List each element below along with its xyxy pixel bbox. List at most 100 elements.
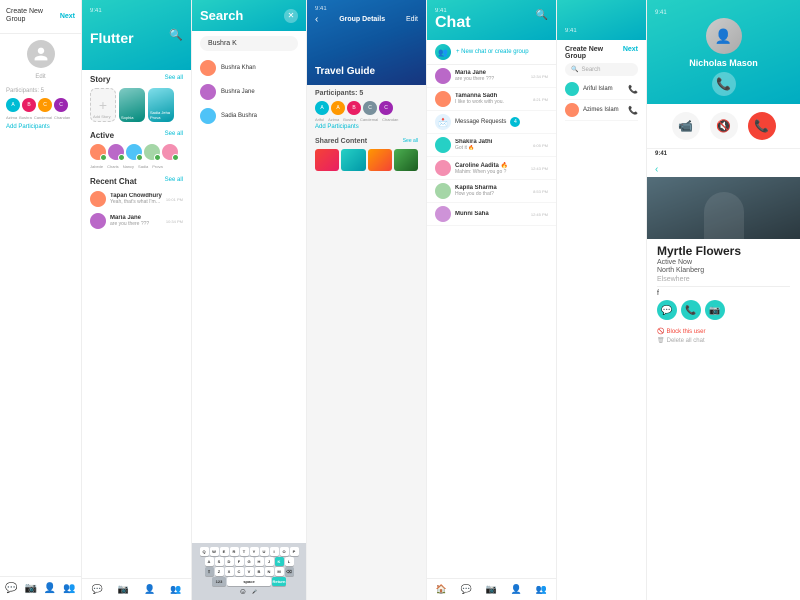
key-s[interactable]: S [215, 557, 224, 566]
back-button[interactable]: ‹ [647, 164, 666, 175]
call-action-button[interactable]: 📞 [681, 300, 701, 320]
panel-search: Search ✕ Bushra K Bushra Khan Bushra Jan… [192, 0, 307, 600]
contact-item[interactable]: Azimes Islam 📞 [565, 100, 638, 121]
edit-button[interactable]: Edit [406, 16, 418, 23]
key-backspace[interactable]: ⌫ [285, 567, 294, 576]
nav-group-icon[interactable]: 👥 [536, 584, 547, 595]
key-k[interactable]: K [275, 557, 284, 566]
key-f[interactable]: F [235, 557, 244, 566]
key-t[interactable]: T [240, 547, 249, 556]
nav-camera-icon[interactable]: 📷 [118, 584, 129, 595]
nav-group-icon[interactable]: 👥 [170, 584, 181, 595]
group-avatar[interactable] [27, 40, 55, 68]
media-item[interactable] [394, 149, 418, 171]
delete-chat-button[interactable]: 🗑 Delete all chat [657, 337, 790, 344]
key-123[interactable]: 123 [212, 577, 226, 586]
key-u[interactable]: U [260, 547, 269, 556]
key-a[interactable]: A [205, 557, 214, 566]
close-button[interactable]: ✕ [284, 9, 298, 23]
key-z[interactable]: Z [215, 567, 224, 576]
call-button[interactable]: 📞 [712, 72, 736, 96]
nav-person-icon[interactable]: 👤 [511, 584, 522, 595]
key-g[interactable]: G [245, 557, 254, 566]
search-icon[interactable]: 🔍 [169, 29, 183, 42]
nav-person-icon[interactable]: 👤 [44, 583, 56, 594]
key-b[interactable]: B [255, 567, 264, 576]
add-story-button[interactable]: + Add Story [90, 88, 116, 122]
key-shift[interactable]: ⇧ [205, 567, 214, 576]
media-item[interactable] [315, 149, 339, 171]
participant-avatar: B [347, 101, 361, 115]
mute-button[interactable]: 🔇 [710, 112, 738, 140]
key-c[interactable]: C [235, 567, 244, 576]
nav-camera-icon[interactable]: 📷 [25, 583, 37, 594]
message-item[interactable]: Caroline Aadita 🔥 Mahim: When you go ? 1… [427, 157, 556, 180]
block-user-button[interactable]: 🚫 Block this user [657, 328, 790, 335]
message-time: 12:34 PM [531, 74, 548, 79]
search-result-item[interactable]: Sadia Bushra [192, 104, 306, 128]
add-participants-button[interactable]: Add Participants [6, 124, 75, 130]
key-q[interactable]: Q [200, 547, 209, 556]
media-item[interactable] [368, 149, 392, 171]
story-item[interactable]: Sadia Jeha Prova [148, 88, 174, 122]
add-participants-button[interactable]: Add Participants [307, 122, 426, 134]
recent-see-all[interactable]: See all [165, 177, 183, 186]
key-y[interactable]: Y [250, 547, 259, 556]
next-button[interactable]: Next [60, 13, 75, 20]
key-e[interactable]: E [220, 547, 229, 556]
message-item[interactable]: Tamanna Sadh I like to work with you. 8:… [427, 88, 556, 111]
next-button[interactable]: Next [623, 46, 638, 60]
key-x[interactable]: X [225, 567, 234, 576]
emoji-key[interactable]: ☺ [239, 587, 247, 596]
story-item[interactable]: Sophia [119, 88, 145, 122]
message-item[interactable]: Shakira Jathi Got it 🔥 6:05 PM [427, 134, 556, 157]
message-preview: How you do that? [455, 191, 529, 197]
nav-group-icon[interactable]: 👥 [63, 583, 75, 594]
chat-list-item[interactable]: Maria Jane are you there ??? 10:34 PM [82, 210, 191, 232]
key-j[interactable]: J [265, 557, 274, 566]
key-p[interactable]: P [290, 547, 299, 556]
key-i[interactable]: I [270, 547, 279, 556]
key-m[interactable]: M [275, 567, 284, 576]
message-item[interactable]: Kapila Sharma How you do that? 8:53 PM [427, 180, 556, 203]
camera-action-button[interactable]: 📷 [705, 300, 725, 320]
nav-chat-icon[interactable]: 💬 [92, 584, 103, 595]
key-w[interactable]: W [210, 547, 219, 556]
key-n[interactable]: N [265, 567, 274, 576]
search-result-item[interactable]: Bushra Khan [192, 56, 306, 80]
nav-camera-icon[interactable]: 📷 [486, 584, 497, 595]
key-r[interactable]: R [230, 547, 239, 556]
search-input[interactable]: Bushra K [200, 36, 298, 51]
key-space[interactable]: space [227, 577, 271, 586]
active-names: Jabede Charis Nancy Sadia Prova [82, 164, 191, 169]
shared-see-all[interactable]: See all [403, 138, 418, 145]
call-icon[interactable]: 📞 [628, 85, 638, 94]
active-see-all[interactable]: See all [165, 131, 183, 140]
story-see-all[interactable]: See all [165, 75, 183, 84]
contact-search[interactable]: 🔍 Search [565, 63, 638, 76]
key-l[interactable]: L [285, 557, 294, 566]
new-group-button[interactable]: 👥 + New chat or create group [427, 40, 556, 65]
key-return[interactable]: Return [272, 577, 286, 586]
call-icon[interactable]: 📞 [628, 106, 638, 115]
chat-list-item[interactable]: Tapan Chowdhury Yeah, that's what I'm sa… [82, 188, 191, 210]
video-button[interactable]: 📹 [672, 112, 700, 140]
key-o[interactable]: O [280, 547, 289, 556]
key-h[interactable]: H [255, 557, 264, 566]
contact-item[interactable]: Ariful Islam 📞 [565, 79, 638, 100]
search-result-item[interactable]: Bushra Jane [192, 80, 306, 104]
chat-action-button[interactable]: 💬 [657, 300, 677, 320]
end-call-button[interactable]: 📞 [748, 112, 776, 140]
back-button[interactable]: ‹ [315, 14, 318, 25]
microphone-icon[interactable]: 🎤 [252, 589, 257, 594]
nav-person-icon[interactable]: 👤 [144, 584, 155, 595]
message-requests-item[interactable]: 📩 Message Requests 4 [427, 111, 556, 134]
nav-home-icon[interactable]: 🏠 [436, 584, 447, 595]
key-d[interactable]: D [225, 557, 234, 566]
nav-chat-icon[interactable]: 💬 [461, 584, 472, 595]
message-item[interactable]: Munni Saha 12:45 PM [427, 203, 556, 226]
nav-chat-icon[interactable]: 💬 [5, 583, 17, 594]
key-v[interactable]: V [245, 567, 254, 576]
media-item[interactable] [341, 149, 365, 171]
message-item[interactable]: Maria Jane are you there ??? 12:34 PM [427, 65, 556, 88]
